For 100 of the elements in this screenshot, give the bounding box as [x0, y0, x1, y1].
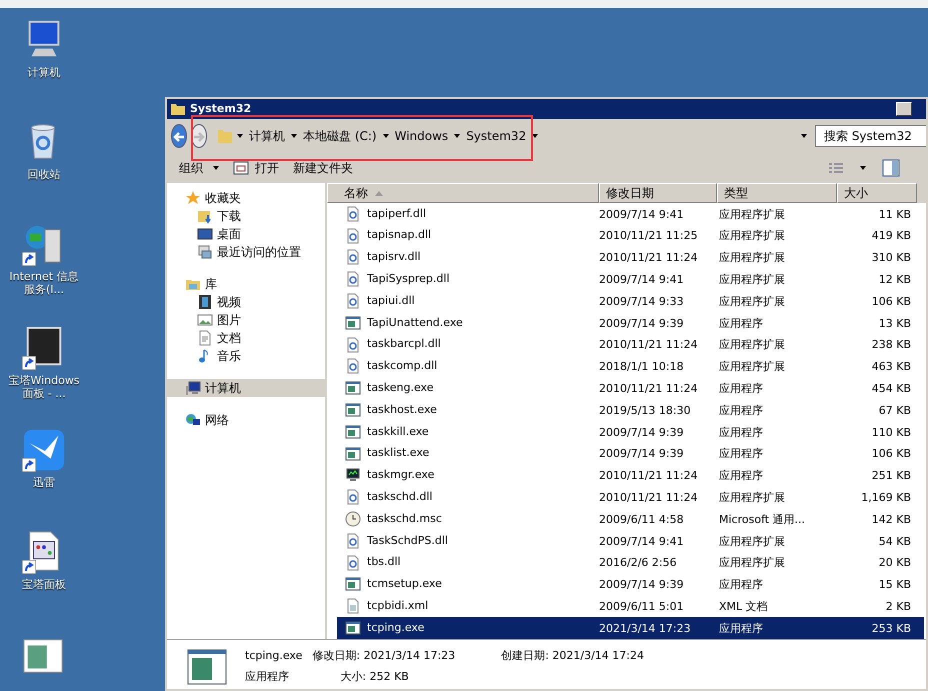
nav-item[interactable]: 视频: [167, 293, 325, 311]
file-type: 应用程序扩展: [719, 556, 785, 570]
nav-item[interactable]: 文档: [167, 329, 325, 347]
dropdown-caret-icon[interactable]: [801, 134, 807, 138]
toolbar-button[interactable]: 组织: [179, 159, 219, 177]
caret-icon[interactable]: [382, 134, 389, 138]
file-name: taskeng.exe: [367, 380, 434, 396]
file-row[interactable]: TapiSysprep.dll 2009/7/14 9:41 应用程序扩展 12 KB: [337, 268, 924, 290]
desktop-icon-label[interactable]: 回收站: [28, 168, 60, 181]
caret-icon[interactable]: [291, 134, 297, 138]
file-row[interactable]: tapiui.dll 2009/7/14 9:33 应用程序扩展 106 KB: [337, 290, 924, 312]
breadcrumb[interactable]: System32: [464, 127, 528, 145]
preview-pane-icon: [882, 159, 900, 177]
file-name: tasklist.exe: [367, 445, 430, 462]
nav-item[interactable]: 桌面: [167, 225, 325, 243]
file-name: tcping.exe: [245, 648, 302, 664]
file-type: 应用程序: [719, 578, 763, 592]
field-label: 修改日期: 2021/3/14 17:23: [312, 648, 456, 664]
field-label: 创建日期: 2021/3/14 17:24: [501, 648, 644, 664]
caret-icon[interactable]: [532, 134, 538, 138]
file-date: 2009/7/14 9:33: [599, 294, 684, 308]
file-row[interactable]: tcmsetup.exe 2009/7/14 9:39 应用程序 15 KB: [337, 574, 924, 596]
column-header[interactable]: 名称: [327, 183, 599, 203]
toolbar-button[interactable]: 打开: [233, 159, 279, 177]
file-row[interactable]: taskschd.dll 2010/11/21 11:24 应用程序扩展 1,169 KB: [337, 486, 924, 508]
recent-places-icon: [197, 244, 213, 260]
minimize-button[interactable]: [896, 102, 912, 116]
nav-item[interactable]: 图片: [167, 311, 325, 329]
file-size: 253 KB: [872, 622, 911, 635]
file-name: tcmsetup.exe: [367, 576, 442, 592]
nav-item[interactable]: 库: [167, 275, 325, 293]
file-row[interactable]: taskschd.msc 2009/6/11 4:58 Microsoft 通用... 142 KB: [337, 508, 924, 530]
file-type: 应用程序扩展: [719, 360, 785, 374]
file-type: 应用程序扩展: [719, 273, 785, 286]
caret-icon[interactable]: [860, 166, 866, 170]
caret-icon[interactable]: [237, 134, 243, 138]
back-arrow-icon: [172, 130, 186, 144]
file-row[interactable]: TaskSchdPS.dll 2009/7/14 9:41 应用程序扩展 54 KB: [337, 530, 924, 552]
file-row[interactable]: taskkill.exe 2009/7/14 9:39 应用程序 110 KB: [337, 420, 924, 443]
breadcrumb[interactable]: 计算机: [247, 127, 287, 145]
column-header[interactable]: 类型: [717, 183, 837, 203]
breadcrumb[interactable]: 本地磁盘 (C:): [301, 127, 379, 145]
file-date: 2009/7/14 9:41: [599, 273, 684, 286]
caret-icon[interactable]: [454, 134, 460, 138]
desktop-icon-label[interactable]: 宝塔Windows面板 - ...: [4, 374, 84, 400]
file-name: tapisnap.dll: [367, 227, 432, 244]
file-name: TaskSchdPS.dll: [367, 532, 448, 549]
file-size: 463 KB: [872, 360, 911, 374]
star-icon: [185, 190, 201, 206]
file-type: 应用程序: [245, 668, 290, 684]
file-row[interactable]: tcpbidi.xml 2009/6/11 5:01 XML 文档 2 KB: [337, 595, 924, 618]
desktop-icon-label[interactable]: Internet 信息服务(I...: [4, 270, 84, 296]
open-window-icon: [233, 160, 249, 176]
file-row[interactable]: tbs.dll 2016/2/6 2:56 应用程序扩展 20 KB: [337, 552, 924, 574]
file-size: 54 KB: [878, 534, 911, 548]
file-row[interactable]: taskcomp.dll 2018/1/1 10:18 应用程序扩展 463 KB: [337, 356, 924, 378]
file-size: 12 KB: [878, 273, 911, 286]
monitor-icon: [345, 467, 361, 484]
file-date: 2010/11/21 11:24: [599, 469, 698, 482]
file-type: 应用程序: [719, 426, 763, 439]
file-date: 2009/7/14 9:39: [599, 316, 684, 330]
back-button[interactable]: [171, 124, 187, 148]
file-row[interactable]: tasklist.exe 2009/7/14 9:39 应用程序 106 KB: [337, 442, 924, 465]
search-field[interactable]: 搜索 System32: [815, 125, 926, 147]
file-row[interactable]: taskbarcpl.dll 2010/11/21 11:24 应用程序扩展 238 KB: [337, 334, 924, 356]
file-name: taskbarcpl.dll: [367, 336, 441, 352]
file-name: tapiui.dll: [367, 292, 415, 309]
file-type: 应用程序扩展: [719, 294, 785, 308]
shortcut-arrow-icon: [22, 458, 36, 472]
file-row[interactable]: tapiperf.dll 2009/7/14 9:41 应用程序扩展 11 KB: [337, 203, 924, 225]
file-row[interactable]: tapisrv.dll 2010/11/21 11:24 应用程序扩展 310 KB: [337, 246, 924, 268]
file-date: 2009/7/14 9:39: [599, 426, 684, 439]
file-row[interactable]: tapisnap.dll 2010/11/21 11:25 应用程序扩展 419 KB: [337, 224, 924, 247]
file-type: 应用程序扩展: [719, 208, 785, 221]
file-name: taskhost.exe: [367, 402, 437, 418]
file-row[interactable]: taskhost.exe 2019/5/13 18:30 应用程序 67 KB: [337, 399, 924, 421]
desktop-icon-label[interactable]: 计算机: [28, 66, 60, 79]
nav-item[interactable]: 最近访问的位置: [167, 243, 325, 261]
file-date: 2018/1/1 10:18: [599, 360, 684, 374]
nav-item[interactable]: 下载: [167, 207, 325, 225]
file-row[interactable]: tcping.exe 2021/3/14 17:23 应用程序 253 KB: [337, 617, 924, 639]
desktop-icon-label[interactable]: 宝塔面板: [22, 578, 66, 591]
file-row[interactable]: TapiUnattend.exe 2009/7/14 9:39 应用程序 13 KB: [337, 312, 924, 334]
file-row[interactable]: taskeng.exe 2010/11/21 11:24 应用程序 454 KB: [337, 377, 924, 400]
file-name: taskkill.exe: [367, 424, 429, 440]
column-header[interactable]: 大小: [837, 183, 917, 203]
nav-item[interactable]: 计算机: [167, 379, 325, 397]
file-date: 2010/11/21 11:25: [599, 229, 698, 242]
file-size: 13 KB: [878, 316, 911, 330]
toolbar-button[interactable]: 新建文件夹: [293, 159, 353, 177]
nav-item[interactable]: 收藏夹: [167, 189, 325, 207]
desktop-icon-label[interactable]: 迅雷: [33, 476, 55, 489]
file-row[interactable]: taskmgr.exe 2010/11/21 11:24 应用程序 251 KB: [337, 464, 924, 486]
column-header[interactable]: 修改日期: [599, 183, 717, 203]
nav-item[interactable]: 网络: [167, 411, 325, 429]
nav-item[interactable]: 音乐: [167, 347, 325, 365]
file-date: 2009/6/11 5:01: [599, 600, 684, 613]
breadcrumb[interactable]: Windows: [392, 127, 450, 145]
file-name: taskmgr.exe: [367, 467, 434, 484]
file-name: taskschd.dll: [367, 489, 432, 505]
